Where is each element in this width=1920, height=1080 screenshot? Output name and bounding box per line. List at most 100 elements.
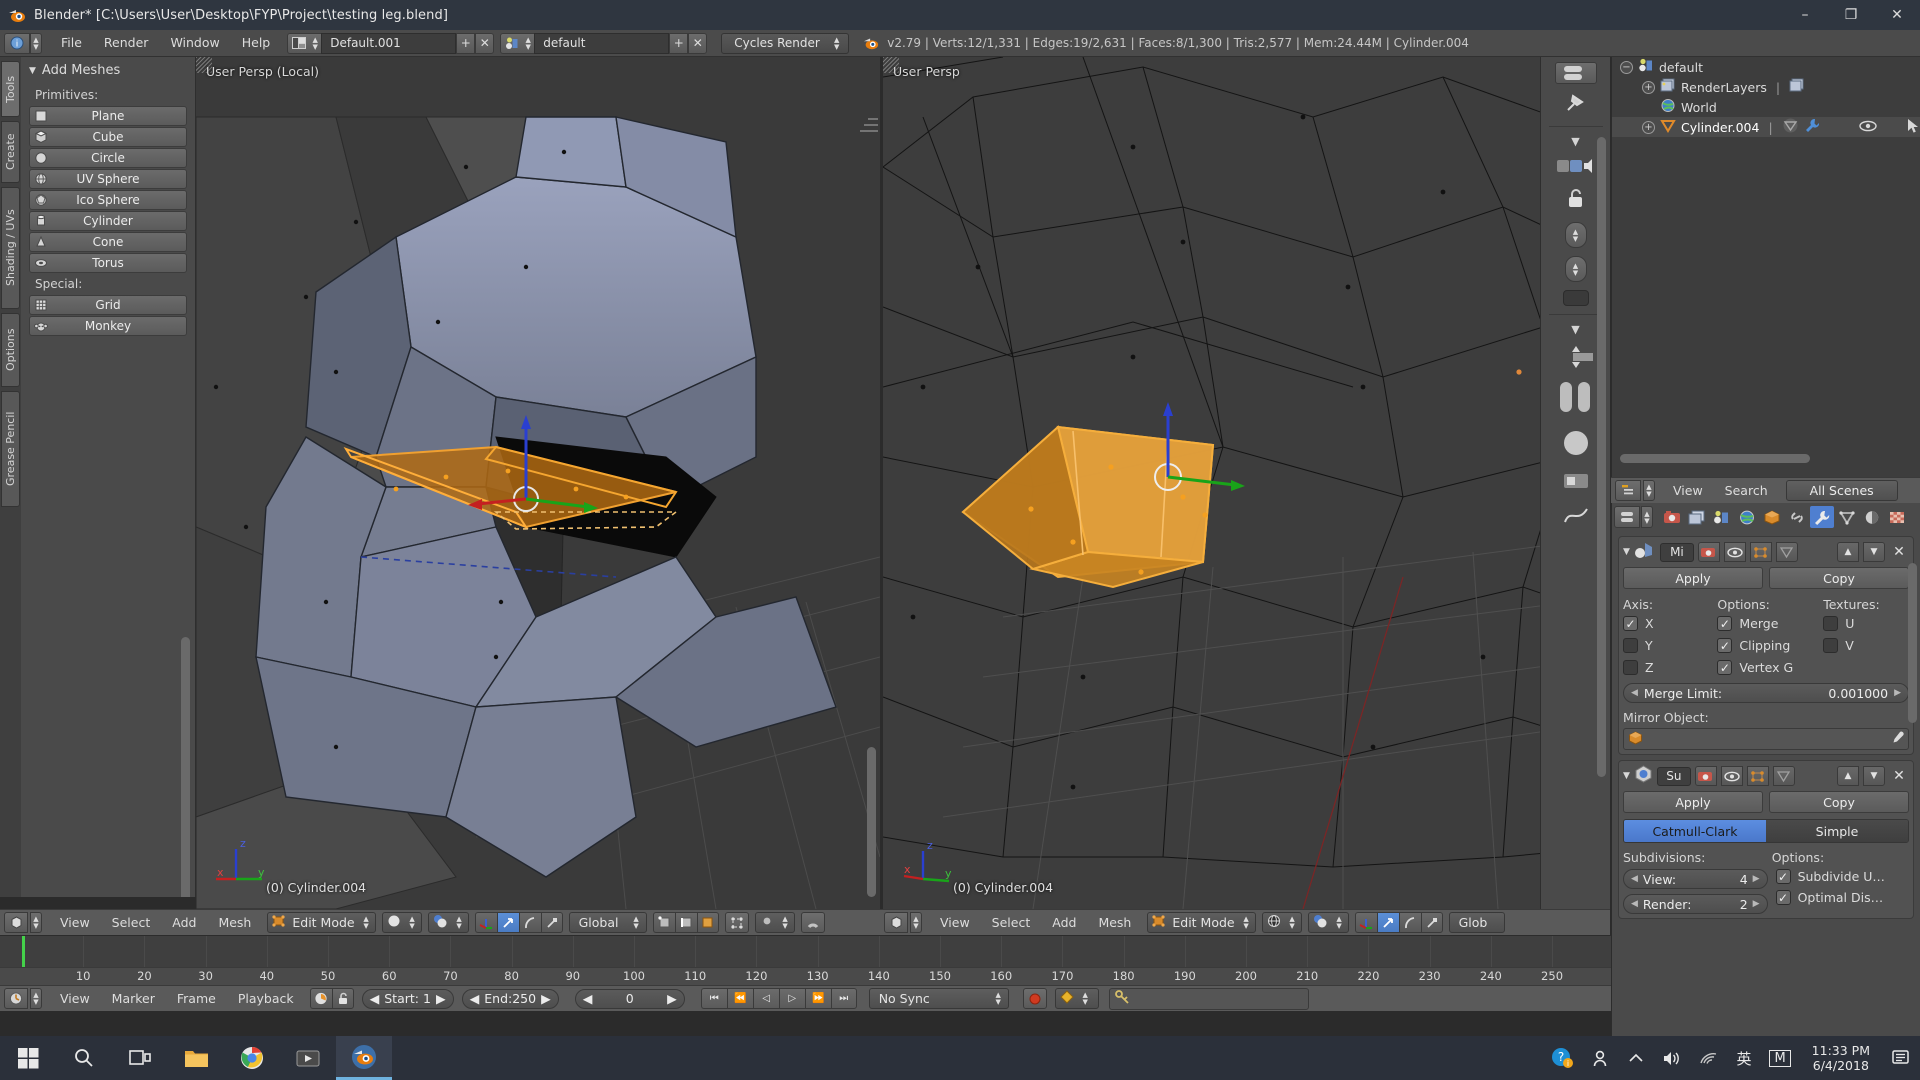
viewport-left-menu-view[interactable]: View xyxy=(50,913,100,933)
properties-tab-material[interactable] xyxy=(1860,506,1884,528)
outliner-editor[interactable]: − default + RenderLayers | World + Cylin… xyxy=(1611,57,1920,477)
visibility-eye-icon[interactable] xyxy=(1858,119,1877,136)
add-circle-button[interactable]: Circle xyxy=(29,148,187,168)
editor-type-3dview-icon[interactable] xyxy=(4,912,28,933)
play-button[interactable]: ▷ xyxy=(778,988,805,1009)
rotate-manipulator-right-icon[interactable] xyxy=(1398,912,1421,933)
mirror-vertexg-row[interactable]: Vertex G xyxy=(1717,660,1823,675)
mirror-texture-u-row[interactable]: U xyxy=(1823,616,1909,631)
subsurf-subdivide-uvs-row[interactable]: Subdivide U… xyxy=(1775,869,1909,884)
frame-decrement-icon[interactable]: ◀ xyxy=(583,991,593,1006)
mirror-modifier-name[interactable]: Mi xyxy=(1659,542,1694,562)
outliner-row-renderlayers[interactable]: + RenderLayers | xyxy=(1612,77,1920,97)
outliner-expand-renderlayers-icon[interactable]: + xyxy=(1642,80,1655,94)
clock[interactable]: 11:33 PM 6/4/2018 xyxy=(1800,1043,1882,1073)
selectability-cursor-icon[interactable] xyxy=(1906,118,1920,137)
rail-scrollbar[interactable] xyxy=(1597,137,1606,777)
subsurf-optimal-display-checkbox[interactable] xyxy=(1775,890,1791,905)
timeline-scale-area[interactable] xyxy=(0,936,1611,968)
mirror-clipping-row[interactable]: Clipping xyxy=(1717,638,1823,653)
viewport-left-3d-scene[interactable] xyxy=(196,57,880,909)
properties-tab-texture[interactable] xyxy=(1885,506,1909,528)
mirror-clipping-checkbox[interactable] xyxy=(1717,638,1733,653)
screen-layout-spinner[interactable]: ▲ ▼ xyxy=(309,32,322,54)
render-engine-select[interactable]: Cycles Render ▲ ▼ xyxy=(721,32,850,54)
scene-icon[interactable] xyxy=(500,32,523,54)
outliner-editor-spinner[interactable]: ▲ ▼ xyxy=(1643,480,1655,501)
mirror-render-toggle-icon[interactable] xyxy=(1697,542,1720,562)
subsurf-move-down-button[interactable]: ▼ xyxy=(1863,766,1885,786)
properties-tab-object[interactable] xyxy=(1760,506,1784,528)
mirror-editmode-toggle-icon[interactable] xyxy=(1749,542,1772,562)
mirror-object-field[interactable] xyxy=(1623,728,1909,750)
scale-manipulator-right-icon[interactable] xyxy=(1420,912,1443,933)
subsurf-apply-button[interactable]: Apply xyxy=(1623,791,1763,813)
value-spinner-2[interactable]: ▲ ▼ xyxy=(1564,256,1587,282)
lock-icon[interactable] xyxy=(1563,188,1589,214)
timeline-end-field[interactable]: ◀ End: 250 ▶ xyxy=(461,988,559,1009)
viewport-right-shading-select[interactable]: ▲ ▼ xyxy=(1261,912,1302,933)
mirror-axis-x-row[interactable]: X xyxy=(1623,616,1717,631)
add-meshes-panel-header[interactable]: ▼ Add Meshes xyxy=(29,63,187,78)
translate-manipulator-right-icon[interactable] xyxy=(1376,912,1399,933)
notification-icon[interactable] xyxy=(1882,1036,1920,1080)
mirror-texture-v-row[interactable]: V xyxy=(1823,638,1909,653)
jump-back-keyframe-button[interactable]: ⏪ xyxy=(726,988,753,1009)
volume-icon[interactable] xyxy=(1653,1036,1690,1080)
subsurf-optimal-display-row[interactable]: Optimal Dis… xyxy=(1775,890,1909,905)
viewport-left-menu-mesh[interactable]: Mesh xyxy=(208,913,261,933)
properties-tab-constraints[interactable] xyxy=(1785,506,1809,528)
add-cylinder-button[interactable]: Cylinder xyxy=(29,211,187,231)
face-select-mode-icon[interactable] xyxy=(696,912,719,933)
chevron-up-icon[interactable] xyxy=(1619,1036,1653,1080)
add-ico-sphere-button[interactable]: Ico Sphere xyxy=(29,190,187,210)
graph-icon[interactable] xyxy=(1562,504,1590,530)
blender-taskbar-button[interactable] xyxy=(336,1036,392,1080)
mirror-axis-z-row[interactable]: Z xyxy=(1623,660,1717,675)
outliner-horizontal-scrollbar[interactable] xyxy=(1620,454,1810,463)
subsurf-view-field[interactable]: ◀ View: 4 ▶ xyxy=(1623,869,1768,889)
mirror-merge-limit-field[interactable]: ◀ Merge Limit: 0.001000 ▶ xyxy=(1623,683,1909,703)
toolshelf-scrollbar[interactable] xyxy=(181,637,190,897)
frame-increment-icon[interactable]: ▶ xyxy=(667,991,677,1006)
subsurf-cage-toggle-icon[interactable] xyxy=(1772,766,1795,786)
menu-help[interactable]: Help xyxy=(231,32,282,54)
properties-tab-data[interactable] xyxy=(1835,506,1859,528)
viewport-right-3d-scene[interactable] xyxy=(883,57,1610,909)
editor-type-outliner-icon[interactable] xyxy=(1615,480,1641,501)
menu-window[interactable]: Window xyxy=(159,32,230,54)
auto-keyframe-icon[interactable] xyxy=(309,988,332,1009)
subsurf-collapse-triangle-icon[interactable]: ▼ xyxy=(1623,771,1630,781)
end-increment-icon[interactable]: ▶ xyxy=(541,991,551,1006)
viewport-right-menu-select[interactable]: Select xyxy=(982,913,1041,933)
audio-icons[interactable] xyxy=(1556,156,1596,180)
manipulator-toggle-right-icon[interactable] xyxy=(1354,912,1377,933)
editor-type-3dview-right-icon[interactable] xyxy=(884,912,908,933)
tab-grease-pencil[interactable]: Grease Pencil xyxy=(1,391,20,507)
display-panel-header[interactable]: ▼ xyxy=(1571,323,1579,336)
wrench-modifier-icon[interactable] xyxy=(1804,118,1820,136)
properties-editor-spinner[interactable]: ▲ ▼ xyxy=(1641,506,1653,528)
add-uv-sphere-button[interactable]: UV Sphere xyxy=(29,169,187,189)
subsurf-type-catmull-clark[interactable]: Catmull-Clark xyxy=(1624,820,1766,842)
outliner-row-world[interactable]: World xyxy=(1612,97,1920,117)
rotate-manipulator-icon[interactable] xyxy=(518,912,541,933)
mirror-texture-v-checkbox[interactable] xyxy=(1823,638,1839,653)
merge-limit-increment-icon[interactable]: ▶ xyxy=(1894,688,1901,698)
subsurf-subdivide-uvs-checkbox[interactable] xyxy=(1775,869,1791,884)
scene-spinner[interactable]: ▲ ▼ xyxy=(522,32,535,54)
editor-type-toggle-icon[interactable] xyxy=(1554,62,1597,84)
render-decrement-icon[interactable]: ◀ xyxy=(1631,899,1638,909)
mirror-axis-x-checkbox[interactable] xyxy=(1623,616,1638,631)
outliner-collapse-icon[interactable]: − xyxy=(1620,60,1633,74)
tab-shading-uvs[interactable]: Shading / UVs xyxy=(1,187,20,309)
screen-layout-name[interactable]: Default.001 xyxy=(321,32,457,54)
scale-manipulator-icon[interactable] xyxy=(540,912,563,933)
jump-to-end-button[interactable]: ⏭ xyxy=(830,988,857,1009)
keyframe-type-select[interactable]: ▲ ▼ xyxy=(1054,988,1099,1009)
start-increment-icon[interactable]: ▶ xyxy=(436,991,446,1006)
manipulator-toggle-icon[interactable] xyxy=(474,912,497,933)
editor-type-timeline-icon[interactable] xyxy=(4,988,28,1009)
tab-options[interactable]: Options xyxy=(1,313,20,387)
circle-widget-icon[interactable] xyxy=(1561,428,1591,462)
